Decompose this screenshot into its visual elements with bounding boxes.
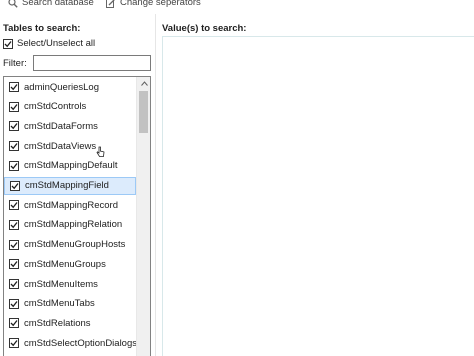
checkmark-icon	[10, 143, 18, 150]
toolbar: Search database Change seperators	[0, 0, 474, 13]
table-list-item-label: cmStdMenuGroupHosts	[24, 239, 126, 251]
table-list-item-label: cmStdMappingDefault	[24, 160, 118, 172]
table-list-item[interactable]: cmStdMappingRecord	[4, 196, 136, 214]
checkmark-icon	[4, 40, 12, 47]
checkmark-icon	[10, 241, 18, 248]
table-list-item[interactable]: cmStdMappingDefault	[4, 157, 136, 175]
table-list-item-label: cmStdDataForms	[24, 120, 98, 132]
checkbox[interactable]	[9, 219, 19, 230]
checkmark-icon	[10, 221, 18, 229]
tables-to-search-header: Tables to search:	[3, 23, 81, 34]
search-icon	[8, 0, 18, 8]
filter-input[interactable]	[33, 55, 151, 71]
table-list-item[interactable]: cmStdMenuItems	[4, 275, 136, 293]
checkbox[interactable]	[9, 298, 19, 309]
checkbox[interactable]	[9, 141, 19, 152]
table-list-item[interactable]: cmStdRelations	[4, 314, 136, 332]
change-separators-button[interactable]: Change seperators	[106, 0, 201, 8]
table-list-item-label: cmStdControls	[24, 101, 87, 113]
checkmark-icon	[10, 261, 18, 268]
table-list-item-label: cmStdSelectOptionDialogs	[24, 337, 137, 349]
table-list-item[interactable]: cmStdMappingField	[4, 176, 136, 195]
hand-cursor-icon	[96, 146, 105, 161]
table-list-item-label: cmStdMenuTabs	[24, 298, 95, 310]
checkmark-icon	[11, 182, 19, 189]
checkmark-icon	[10, 281, 18, 288]
filter-label: Filter:	[3, 57, 27, 69]
table-list-item-label: cmStdMenuGroups	[24, 258, 106, 270]
filter-row: Filter:	[3, 55, 151, 71]
table-list-item[interactable]: cmStdDataForms	[4, 117, 136, 135]
checkbox[interactable]	[9, 259, 19, 270]
checkmark-icon	[10, 162, 18, 170]
panel-divider[interactable]	[155, 14, 156, 356]
checkbox[interactable]	[3, 38, 13, 49]
table-list-item[interactable]: cmStdMenuGroupHosts	[4, 236, 136, 254]
checkmark-icon	[10, 340, 18, 347]
table-list-item[interactable]: adminQueriesLog	[4, 78, 136, 96]
table-list-item[interactable]: cmStdMappingRelation	[4, 216, 136, 234]
table-list-item-label: cmStdMappingField	[25, 180, 109, 191]
values-to-search-header: Value(s) to search:	[162, 23, 247, 34]
table-list-item-label: cmStdDataViews	[24, 140, 97, 152]
checkmark-icon	[10, 123, 18, 130]
change-separators-label: Change seperators	[120, 0, 201, 8]
tables-list[interactable]: adminQueriesLog cmStdControls cmStdDataFor…	[3, 76, 151, 356]
checkmark-icon	[10, 320, 18, 327]
select-all-label: Select/Unselect all	[17, 38, 96, 49]
edit-icon	[106, 0, 116, 8]
table-list-item[interactable]: cmStdMenuTabs	[4, 295, 136, 313]
search-database-button[interactable]: Search database	[8, 0, 94, 8]
table-list-item-label: cmStdMappingRelation	[24, 219, 123, 231]
table-list-item[interactable]: cmStdMenuGroups	[4, 255, 136, 273]
chevron-up-icon[interactable]	[137, 77, 150, 89]
table-list-item[interactable]: cmStdDataViews	[4, 137, 136, 155]
checkbox[interactable]	[9, 82, 19, 92]
table-list-item-label: cmStdMenuItems	[24, 278, 98, 290]
table-list-item-label: cmStdRelations	[24, 317, 91, 329]
table-list-item-label: cmStdMappingRecord	[24, 199, 118, 211]
checkmark-icon	[10, 84, 18, 91]
checkbox[interactable]	[9, 160, 19, 171]
select-all-checkbox[interactable]: Select/Unselect all	[3, 38, 95, 49]
table-list-item-label: adminQueriesLog	[24, 81, 99, 93]
checkmark-icon	[10, 202, 18, 209]
table-list-item[interactable]: cmStdControls	[4, 98, 136, 116]
checkbox[interactable]	[9, 338, 19, 349]
scrollbar-thumb[interactable]	[139, 91, 148, 133]
search-database-label: Search database	[22, 0, 94, 8]
checkbox[interactable]	[9, 239, 19, 250]
table-list-item[interactable]: cmStdSelectOptionDialogs	[4, 334, 137, 352]
vertical-scrollbar[interactable]	[136, 77, 150, 356]
checkbox[interactable]	[9, 121, 19, 132]
checkmark-icon	[10, 300, 18, 307]
checkbox[interactable]	[9, 279, 19, 289]
checkbox[interactable]	[9, 101, 19, 112]
checkbox[interactable]	[9, 318, 19, 329]
values-textarea[interactable]	[162, 36, 474, 356]
checkbox[interactable]	[10, 180, 20, 191]
checkmark-icon	[10, 103, 18, 110]
checkbox[interactable]	[9, 200, 19, 211]
